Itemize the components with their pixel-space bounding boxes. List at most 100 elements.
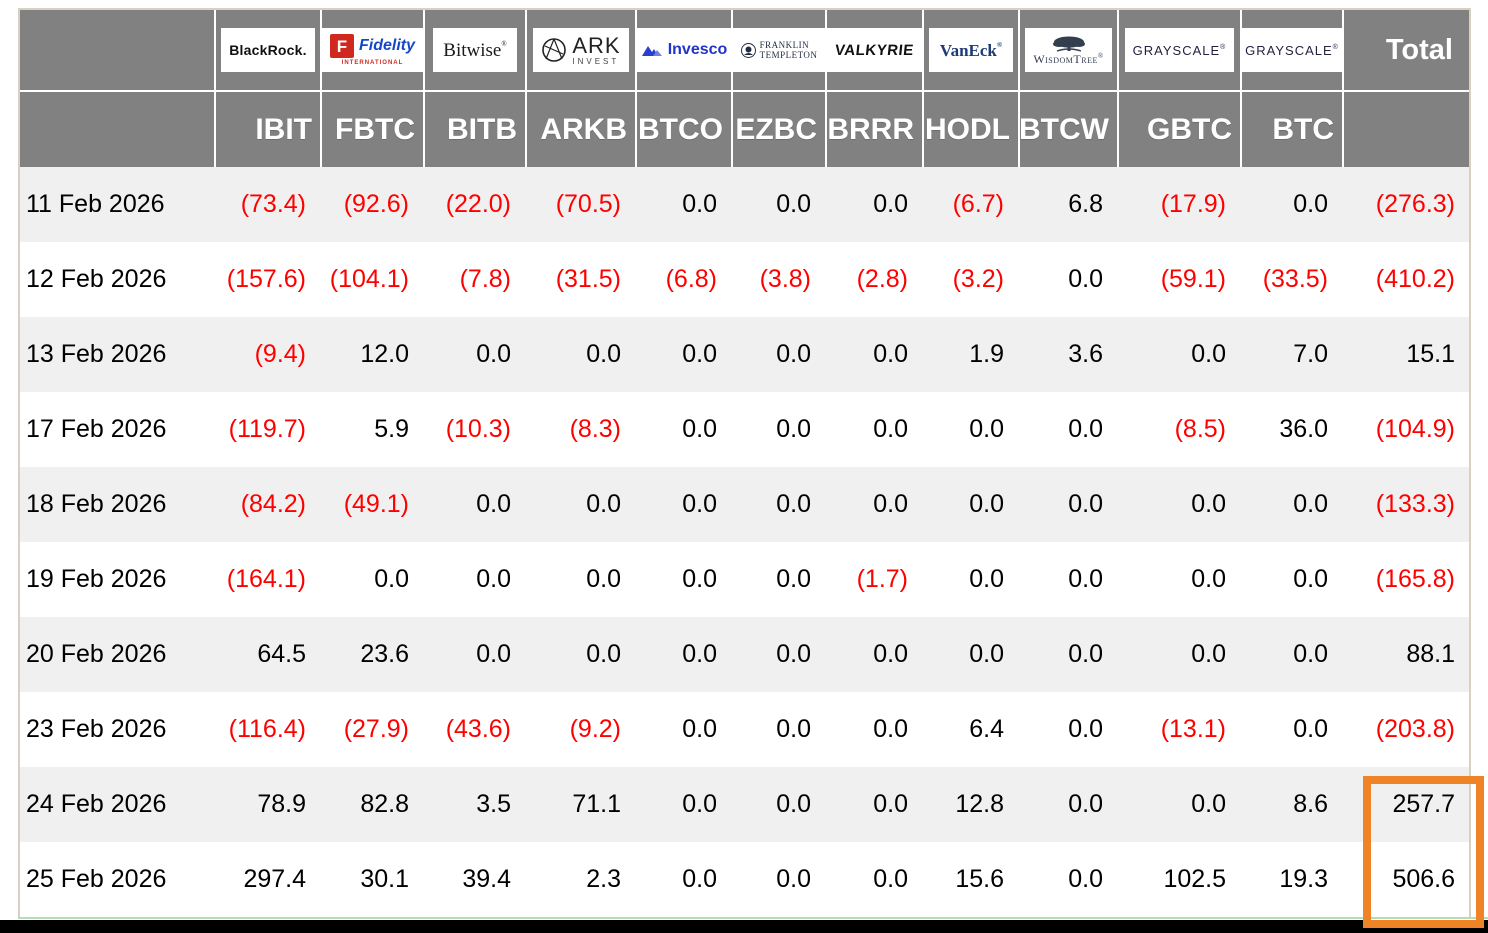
- bitwise-logo: Bitwise®: [433, 28, 517, 72]
- row-total-value: (410.2): [1344, 242, 1469, 317]
- flow-value-btcw: 0.0: [1020, 767, 1117, 842]
- invesco-logo-text: Invesco: [668, 42, 728, 58]
- bottom-black-bar: [0, 920, 1488, 933]
- ticker-label: FBTC: [335, 113, 423, 147]
- ticker-total-spacer: [1344, 92, 1469, 167]
- row-date: 20 Feb 2026: [20, 617, 214, 692]
- flow-value-hodl: 0.0: [924, 617, 1018, 692]
- flow-value-fbtc: 82.8: [322, 767, 423, 842]
- flow-value-bitb: (7.8): [425, 242, 525, 317]
- table-row: 12 Feb 2026(157.6)(104.1)(7.8)(31.5)(6.8…: [20, 242, 1469, 317]
- fidelity-logo-subtext: INTERNATIONAL: [342, 60, 404, 66]
- flow-value-gbtc: 0.0: [1119, 317, 1240, 392]
- ticker-btc: BTC: [1242, 92, 1342, 167]
- header-cell-btcw: WisdomTree®: [1020, 10, 1117, 90]
- header-cell-hodl: VanEck®: [924, 10, 1018, 90]
- wisdomtree-logo: WisdomTree®: [1025, 28, 1111, 72]
- blackrock-logo: BlackRock.: [221, 28, 314, 72]
- table-row: 23 Feb 2026(116.4)(27.9)(43.6)(9.2)0.00.…: [20, 692, 1469, 767]
- ticker-label: BRRR: [827, 113, 922, 147]
- flow-value-btc: 0.0: [1242, 692, 1342, 767]
- row-total-value: 88.1: [1344, 617, 1469, 692]
- flow-value-btco: 0.0: [637, 542, 731, 617]
- ticker-bitb: BITB: [425, 92, 525, 167]
- invesco-logo: Invesco: [637, 28, 731, 72]
- flow-value-btco: 0.0: [637, 467, 731, 542]
- ticker-label: BITB: [447, 113, 525, 147]
- row-date: 24 Feb 2026: [20, 767, 214, 842]
- grayscale-logo-text: GRAYSCALE®: [1133, 44, 1227, 57]
- flow-value-arkb: 0.0: [527, 317, 635, 392]
- flow-value-btco: 0.0: [637, 167, 731, 242]
- flow-value-ezbc: 0.0: [733, 167, 825, 242]
- flow-value-btc: 19.3: [1242, 842, 1342, 917]
- flow-value-gbtc: 0.0: [1119, 617, 1240, 692]
- flow-value-btcw: 0.0: [1020, 617, 1117, 692]
- flow-value-btcw: 0.0: [1020, 392, 1117, 467]
- flow-value-btco: 0.0: [637, 392, 731, 467]
- row-total-value: 15.1: [1344, 317, 1469, 392]
- table-row: 20 Feb 202664.523.60.00.00.00.00.00.00.0…: [20, 617, 1469, 692]
- flow-value-arkb: 0.0: [527, 467, 635, 542]
- header-cell-brrr: VALKYRIE: [827, 10, 922, 90]
- blackrock-logo-text: BlackRock.: [229, 43, 306, 57]
- ticker-label: BTC: [1272, 113, 1342, 147]
- ticker-date-spacer: [20, 92, 214, 167]
- flow-value-bitb: (43.6): [425, 692, 525, 767]
- flow-value-fbtc: 23.6: [322, 617, 423, 692]
- flow-value-ibit: (157.6): [216, 242, 320, 317]
- row-total-value: (203.8): [1344, 692, 1469, 767]
- header-cell-btc: GRAYSCALE®: [1242, 10, 1342, 90]
- flow-value-brrr: (1.7): [827, 542, 922, 617]
- flow-value-bitb: (22.0): [425, 167, 525, 242]
- ark-logo-text: ARK: [572, 35, 620, 57]
- row-date: 23 Feb 2026: [20, 692, 214, 767]
- valkyrie-logo: VALKYRIE: [827, 28, 922, 72]
- flow-value-ibit: (9.4): [216, 317, 320, 392]
- flow-value-gbtc: 0.0: [1119, 542, 1240, 617]
- flow-value-hodl: 0.0: [924, 467, 1018, 542]
- franklin-portrait-icon: [741, 43, 756, 58]
- flow-value-brrr: 0.0: [827, 767, 922, 842]
- table-row: 25 Feb 2026297.430.139.42.30.00.00.015.6…: [20, 842, 1469, 917]
- grayscale-logo-text: GRAYSCALE®: [1245, 44, 1339, 57]
- flow-value-ibit: 78.9: [216, 767, 320, 842]
- flow-value-arkb: (8.3): [527, 392, 635, 467]
- flow-value-btcw: 0.0: [1020, 242, 1117, 317]
- row-total-value: (276.3): [1344, 167, 1469, 242]
- grayscale-logo-1: GRAYSCALE®: [1125, 28, 1235, 72]
- flow-value-btco: 0.0: [637, 317, 731, 392]
- flow-value-ezbc: 0.0: [733, 842, 825, 917]
- ticker-btcw: BTCW: [1020, 92, 1117, 167]
- flow-value-btco: (6.8): [637, 242, 731, 317]
- flow-value-ibit: (116.4): [216, 692, 320, 767]
- flow-value-ezbc: 0.0: [733, 392, 825, 467]
- flow-value-bitb: 0.0: [425, 617, 525, 692]
- flow-value-fbtc: (92.6): [322, 167, 423, 242]
- flow-value-fbtc: 0.0: [322, 542, 423, 617]
- flow-value-hodl: 12.8: [924, 767, 1018, 842]
- ark-invest-logo: ARK INVEST: [533, 28, 628, 72]
- flow-value-ezbc: 0.0: [733, 767, 825, 842]
- flow-value-hodl: 6.4: [924, 692, 1018, 767]
- flow-value-btco: 0.0: [637, 617, 731, 692]
- flow-value-btcw: 0.0: [1020, 467, 1117, 542]
- ark-circle-icon: [541, 37, 567, 63]
- flow-value-brrr: 0.0: [827, 692, 922, 767]
- header-cell-btco: Invesco: [637, 10, 731, 90]
- flow-value-fbtc: (27.9): [322, 692, 423, 767]
- ticker-label: IBIT: [255, 113, 320, 147]
- flow-value-btco: 0.0: [637, 842, 731, 917]
- row-date: 19 Feb 2026: [20, 542, 214, 617]
- flow-value-arkb: 71.1: [527, 767, 635, 842]
- flow-value-gbtc: 102.5: [1119, 842, 1240, 917]
- flow-value-btc: 0.0: [1242, 617, 1342, 692]
- valkyrie-logo-text: VALKYRIE: [834, 43, 914, 58]
- date-header-cell: [20, 10, 214, 90]
- flow-value-ibit: (73.4): [216, 167, 320, 242]
- flow-value-gbtc: (59.1): [1119, 242, 1240, 317]
- ticker-label: EZBC: [735, 113, 825, 147]
- flow-value-fbtc: (104.1): [322, 242, 423, 317]
- flow-value-ezbc: 0.0: [733, 617, 825, 692]
- ticker-label: ARKB: [540, 113, 635, 147]
